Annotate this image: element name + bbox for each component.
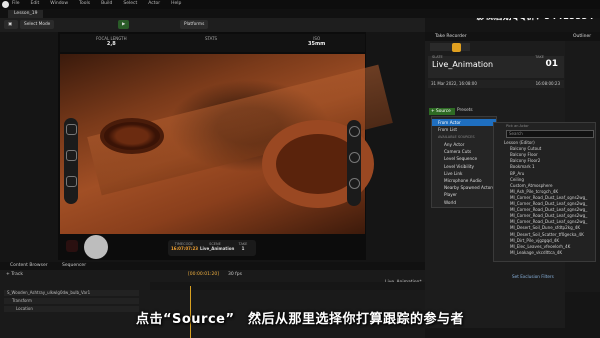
menu-from-list[interactable]: From List — [438, 127, 457, 132]
record-take-button[interactable] — [452, 43, 461, 52]
stat-focal: FOCAL LENGTH 2,8 — [96, 36, 127, 47]
subtitle-caption: 点击“Source” 然后从那里选择你打算跟踪的参与者 — [135, 312, 465, 327]
tab-sequencer[interactable]: Sequencer — [62, 263, 86, 268]
actor-item[interactable]: MI_Corner_Road_Dust_Leaf_sgns2wg_ — [510, 207, 587, 212]
toolbar: ▣ Select Mode Platforms ▶ — [0, 18, 425, 32]
menu-item[interactable]: Tools — [79, 1, 90, 6]
presets-button[interactable]: Presets — [457, 108, 473, 113]
take-number[interactable]: 01 — [545, 59, 558, 69]
source-item[interactable]: Player — [444, 192, 457, 197]
play-button[interactable]: ▶ — [118, 20, 130, 29]
lens-icon[interactable] — [349, 178, 360, 189]
actor-item[interactable]: MI_Corner_Road_Dust_Leaf_sgns2wg_ — [510, 213, 587, 218]
track-row[interactable]: Transform — [4, 298, 139, 304]
slate-name[interactable]: Live_Animation — [432, 60, 493, 69]
settings-icon[interactable] — [66, 176, 77, 187]
actor-item[interactable]: Lesson (Editor) — [504, 140, 535, 145]
actor-search-input[interactable]: Search — [506, 130, 594, 138]
actor-item[interactable]: MI_Elec_Leaves_vfeoelorh_4K — [510, 244, 570, 249]
actor-item[interactable]: MI_Corner_Road_Dust_Leaf_sgns2wg_ — [510, 219, 587, 224]
tab-outliner[interactable]: Outliner — [573, 34, 591, 39]
actor-item[interactable]: Balcony Floor — [510, 152, 538, 157]
menu-bar: File Edit Window Tools Build Select Actor Help — [0, 0, 600, 9]
source-item[interactable]: Any Actor — [444, 142, 464, 147]
source-item[interactable]: Live Link — [444, 171, 462, 176]
menu-item[interactable]: Select — [123, 1, 137, 6]
source-item[interactable]: Camera Cuts — [444, 149, 471, 154]
track-row[interactable]: S_Wooden_Ashtray_ulkwlg0dw_bulb_Var1 — [4, 290, 139, 296]
actor-item[interactable]: MI_Desert_Soil_Scatter_tf0gecka_4K — [510, 232, 584, 237]
recorder-toolbar — [430, 43, 470, 51]
actor-item[interactable]: MI_Desert_Soil_Dune_sfdtp2kg_4K — [510, 225, 580, 230]
fps-select[interactable]: 30 fps — [228, 272, 242, 277]
tab-content-browser[interactable]: Content Browser — [10, 263, 48, 268]
menu-item[interactable]: File — [12, 1, 20, 6]
add-track-button[interactable]: + Track — [6, 272, 23, 277]
time-ruler[interactable] — [150, 282, 425, 290]
small-ring-object — [100, 118, 164, 154]
actor-item[interactable]: MI_Ash_Pile_tcrsgch_4K — [510, 189, 558, 194]
menu-item[interactable]: Window — [50, 1, 68, 6]
source-menu: From Actor From List AVAILABLE SOURCES A… — [431, 116, 497, 208]
actor-item[interactable]: MI_Corner_Road_Dust_Leaf_sgns2wg_ — [510, 201, 587, 206]
source-item[interactable]: Nearby Spawned Actors — [444, 185, 494, 190]
menu-item[interactable]: Build — [101, 1, 112, 6]
source-item[interactable]: Level Visibility — [444, 164, 474, 169]
lock-icon[interactable] — [66, 240, 78, 252]
panel-tabs: Take Recorder Outliner — [425, 32, 600, 41]
actor-item[interactable]: Balcony Floor2 — [510, 158, 540, 163]
platforms-button[interactable]: Platforms — [180, 20, 209, 29]
actor-item[interactable]: BP_Aru — [510, 171, 524, 176]
zoom-icon[interactable] — [349, 126, 360, 137]
exclusion-filters-button[interactable]: Set Exclusion Filters — [512, 274, 554, 279]
tab-row — [0, 9, 600, 18]
menu-item[interactable]: Actor — [148, 1, 160, 6]
stat-stats: STATS — [205, 36, 218, 41]
source-item[interactable]: Level Sequence — [444, 156, 477, 161]
actor-item[interactable]: MI_Dirt_Pile_vjgzgqd_4K — [510, 238, 559, 243]
menu-item[interactable]: Help — [171, 1, 181, 6]
actor-item[interactable]: Balcony Cutout — [510, 146, 541, 151]
save-icon[interactable]: ▣ — [4, 20, 18, 29]
actor-item[interactable]: Bookmark 1 — [510, 164, 535, 169]
record-button[interactable] — [84, 235, 108, 259]
focus-icon[interactable] — [349, 152, 360, 163]
grid-icon[interactable] — [66, 150, 77, 161]
crop-icon[interactable] — [66, 124, 77, 135]
actor-item[interactable]: Custom_Atmosphere — [510, 183, 553, 188]
menu-items: File Edit Window Tools Build Select Actor Help — [12, 1, 181, 6]
slate-box: SLATE TAKE Live_Animation 01 — [428, 55, 564, 78]
unreal-logo-icon — [2, 1, 9, 8]
actor-item[interactable]: MI_Corner_Road_Dust_Leaf_sgns2wg_ — [510, 195, 587, 200]
menu-item[interactable]: Edit — [31, 1, 40, 6]
stat-iso: ISO 35mm — [308, 36, 326, 47]
source-item[interactable]: Microphone Audio — [444, 178, 482, 183]
source-button[interactable]: + Source — [429, 108, 455, 115]
select-mode-button[interactable]: Select Mode — [20, 20, 55, 29]
timecode-bar: TIMECODE 16:07:07:23 SCENE Live_Animation … — [168, 240, 256, 256]
menu-from-actor[interactable]: From Actor — [438, 120, 461, 125]
current-time: [00:00:01:20] — [188, 272, 219, 277]
timeline-tabs: Content Browser Sequencer — [0, 262, 425, 270]
date-bar: 31 Mar 2022, 16:08:00 16:08:00:23 — [428, 80, 564, 88]
tab-project[interactable]: Lesson_19 — [8, 10, 44, 18]
source-item[interactable]: World — [444, 200, 456, 205]
actor-item[interactable]: Ceiling — [510, 177, 524, 182]
actor-item[interactable]: MI_Leakage_vkcdlttca_4K — [510, 250, 562, 255]
tab-take-recorder[interactable]: Take Recorder — [435, 34, 467, 39]
